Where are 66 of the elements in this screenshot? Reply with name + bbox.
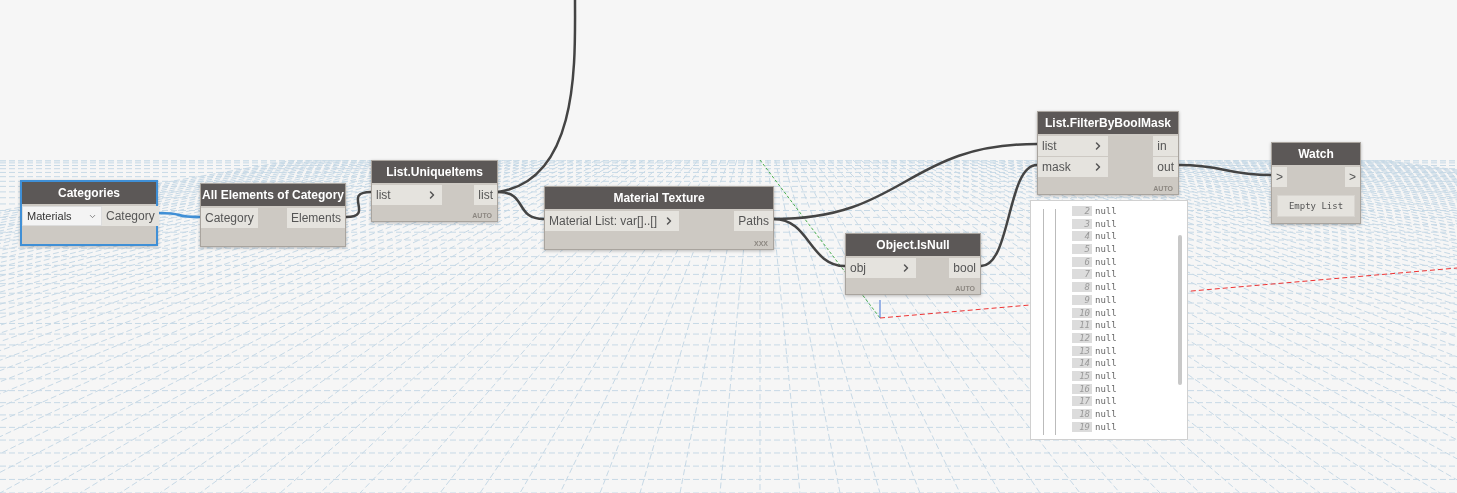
list-value: null	[1095, 421, 1117, 432]
output-port[interactable]: Paths	[734, 211, 773, 231]
list-value: null	[1095, 244, 1117, 255]
list-index: 3	[1072, 218, 1092, 229]
list-value: null	[1095, 256, 1117, 267]
list-value: null	[1095, 269, 1117, 280]
list-value: null	[1095, 218, 1117, 229]
list-index: 10	[1072, 307, 1092, 318]
connector-wire	[345, 190, 372, 219]
node-title: List.UniqueItems	[372, 161, 497, 183]
list-value: null	[1095, 383, 1117, 394]
list-index: 8	[1072, 282, 1092, 293]
list-index: 12	[1072, 332, 1092, 343]
node-title: Categories	[22, 182, 156, 204]
list-value: null	[1095, 231, 1117, 242]
output-port[interactable]: >	[1345, 167, 1360, 187]
node-title: Watch	[1272, 143, 1360, 165]
node-card[interactable]: All Elements of Category Category Elements	[200, 183, 346, 247]
list-index: 9	[1072, 294, 1092, 305]
list-value: null	[1095, 206, 1117, 216]
list-value: null	[1095, 282, 1117, 293]
node-card[interactable]: Watch > > Empty List	[1271, 142, 1361, 224]
list-index: 17	[1072, 396, 1092, 407]
list-value: null	[1095, 409, 1117, 419]
node-card[interactable]: Categories Materials Category	[20, 180, 158, 246]
connector-wire	[158, 211, 200, 219]
input-port[interactable]: mask	[1038, 157, 1108, 177]
output-port[interactable]: in	[1153, 136, 1178, 156]
list-index: 5	[1072, 244, 1092, 255]
input-port[interactable]: Material List: var[]..[]	[545, 211, 680, 231]
list-index: 18	[1072, 409, 1092, 419]
input-port[interactable]: obj	[846, 258, 916, 278]
list-value: null	[1095, 358, 1117, 369]
output-port[interactable]: Category	[102, 206, 159, 226]
output-port[interactable]: Elements	[286, 208, 345, 228]
list-value: null	[1095, 307, 1117, 318]
list-index: 13	[1072, 345, 1092, 356]
output-port[interactable]: out	[1153, 157, 1178, 177]
list-value: null	[1095, 370, 1117, 381]
input-port[interactable]: list	[372, 185, 442, 205]
list-index: 15	[1072, 370, 1092, 381]
category-dropdown[interactable]: Materials	[22, 206, 102, 226]
list-index: 19	[1072, 421, 1092, 432]
list-value: null	[1095, 332, 1117, 343]
list-value: null	[1095, 396, 1117, 407]
node-title: Material Texture	[545, 187, 773, 209]
list-index: 7	[1072, 269, 1092, 280]
watch-display: Empty List	[1277, 195, 1355, 217]
input-port[interactable]: Category	[201, 208, 258, 228]
list-index: 6	[1072, 256, 1092, 267]
list-value: null	[1095, 345, 1117, 356]
output-port[interactable]: bool	[949, 258, 980, 278]
node-title: All Elements of Category	[201, 184, 345, 206]
output-port[interactable]: list	[474, 185, 497, 205]
input-port[interactable]: list	[1038, 136, 1108, 156]
node-title: Object.IsNull	[846, 234, 980, 256]
node-title: List.FilterByBoolMask	[1038, 112, 1178, 134]
list-value: null	[1095, 320, 1117, 331]
list-index: 11	[1072, 320, 1092, 331]
scrollbar[interactable]	[1178, 235, 1182, 385]
list-value: null	[1095, 294, 1117, 305]
list-index: 2	[1072, 206, 1092, 216]
list-index: 16	[1072, 383, 1092, 394]
input-port[interactable]: >	[1272, 167, 1287, 187]
list-index: 14	[1072, 358, 1092, 369]
list-index: 4	[1072, 231, 1092, 242]
